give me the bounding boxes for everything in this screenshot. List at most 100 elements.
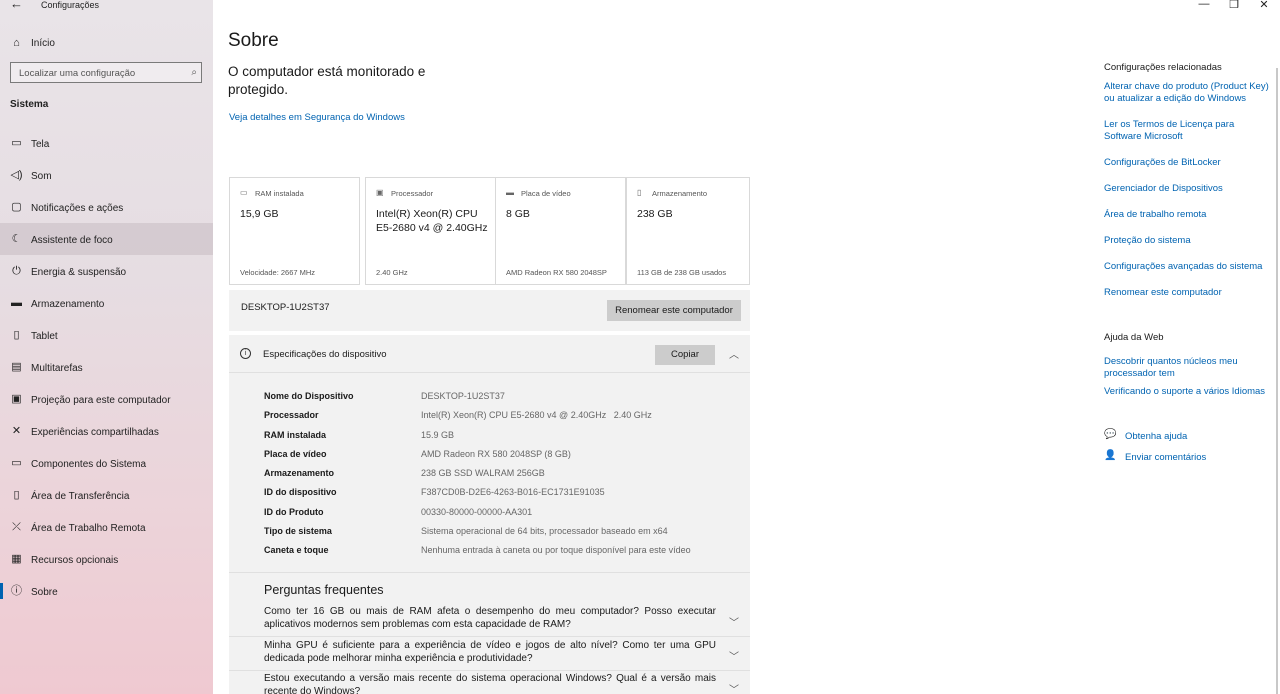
sidebar-item-label: Tablet: [31, 331, 58, 342]
active-indicator: [0, 583, 3, 599]
sidebar-item-label: Projeção para este computador: [31, 395, 171, 406]
sidebar-item-trabalho-remota[interactable]: ⤫ Área de Trabalho Remota: [0, 511, 213, 543]
tablet-icon: ▯: [13, 329, 20, 341]
sidebar-item-multitarefas[interactable]: ▤ Multitarefas: [0, 351, 213, 383]
back-arrow-icon[interactable]: ←: [10, 0, 23, 11]
card-subtext: 2.40 GHz: [376, 268, 408, 277]
sidebar-item-tela[interactable]: ▭ Tela: [0, 127, 213, 159]
sidebar-item-assistente-foco[interactable]: ☾ Assistente de foco: [0, 223, 213, 255]
restore-icon[interactable]: ❐: [1227, 0, 1241, 11]
faq-question: Como ter 16 GB ou mais de RAM afeta o de…: [264, 606, 716, 630]
faq-item[interactable]: Estou executando a versão mais recente d…: [229, 671, 750, 694]
related-link-license-terms[interactable]: Ler os Termos de Licença para Software M…: [1104, 119, 1274, 143]
spec-label: Armazenamento: [264, 468, 335, 479]
faq-question: Minha GPU é suficiente para a experiênci…: [264, 640, 716, 664]
search-icon[interactable]: ⌕: [191, 67, 197, 78]
faq-item[interactable]: Como ter 16 GB ou mais de RAM afeta o de…: [229, 604, 750, 637]
spec-row: Tipo de sistema Sistema operacional de 6…: [264, 524, 744, 543]
sidebar-item-label: Recursos opcionais: [31, 555, 119, 566]
rename-button[interactable]: Renomear este computador: [607, 300, 741, 321]
sidebar-item-recursos-opcionais[interactable]: ▦ Recursos opcionais: [0, 543, 213, 575]
spec-label: Tipo de sistema: [264, 526, 332, 537]
spec-rows: Nome do Dispositivo DESKTOP-1U2ST37 Proc…: [264, 389, 744, 563]
sidebar-item-label: Tela: [31, 139, 50, 150]
related-link-product-key[interactable]: Alterar chave do produto (Product Key) o…: [1104, 81, 1274, 105]
related-link-advanced-settings[interactable]: Configurações avançadas do sistema: [1104, 261, 1274, 273]
title-bar: ← Configurações: [0, 0, 213, 12]
features-icon: ▦: [11, 553, 22, 565]
faq-title: Perguntas frequentes: [264, 583, 384, 597]
related-link-remote-desktop[interactable]: Área de trabalho remota: [1104, 209, 1274, 221]
app-title: Configurações: [41, 0, 100, 10]
chevron-up-icon[interactable]: ︿: [729, 346, 739, 361]
sidebar-item-experiencias[interactable]: ✕ Experiências compartilhadas: [0, 415, 213, 447]
spec-value: DESKTOP-1U2ST37: [421, 391, 505, 401]
sidebar-item-area-transferencia[interactable]: ▯ Área de Transferência: [0, 479, 213, 511]
sidebar-item-label: Som: [31, 171, 52, 182]
feedback-link[interactable]: Enviar comentários: [1125, 452, 1206, 463]
security-details-link[interactable]: Veja detalhes em Segurança do Windows: [229, 112, 405, 123]
card-processor: ▣ Processador Intel(R) Xeon(R) CPU E5-26…: [365, 177, 496, 285]
chevron-down-icon[interactable]: ﹀: [729, 681, 739, 694]
card-title: RAM instalada: [255, 189, 304, 198]
faq-item[interactable]: Minha GPU é suficiente para a experiênci…: [229, 638, 750, 671]
sidebar-item-armazenamento[interactable]: ▬ Armazenamento: [0, 287, 213, 319]
copy-button[interactable]: Copiar: [655, 345, 715, 365]
sidebar-item-label: Componentes do Sistema: [31, 459, 147, 470]
related-link-rename-pc[interactable]: Renomear este computador: [1104, 287, 1274, 299]
specs-title: Especificações do dispositivo: [263, 349, 387, 360]
processor-icon: ▣: [376, 188, 384, 197]
spec-label: ID do dispositivo: [264, 487, 337, 498]
card-subtext: Velocidade: 2667 MHz: [240, 268, 316, 277]
spec-value: 238 GB SSD WALRAM 256GB: [421, 468, 545, 479]
device-name: DESKTOP-1U2ST37: [241, 302, 330, 313]
sidebar-item-componentes[interactable]: ▭ Componentes do Sistema: [0, 447, 213, 479]
gpu-icon: ▬: [506, 188, 514, 197]
help-link-cores[interactable]: Descobrir quantos núcleos meu processado…: [1104, 356, 1274, 380]
spec-row: Caneta e toque Nenhuma entrada à caneta …: [264, 543, 744, 562]
sidebar-item-label: Multitarefas: [31, 363, 83, 374]
clipboard-icon: ▯: [13, 489, 20, 501]
notification-icon: ▢: [11, 201, 22, 213]
search-input[interactable]: Localizar uma configuração ⌕: [10, 62, 202, 83]
spec-row: Armazenamento 238 GB SSD WALRAM 256GB: [264, 466, 744, 485]
sidebar-item-label: Área de Transferência: [31, 491, 130, 502]
chevron-down-icon[interactable]: ﹀: [729, 614, 739, 629]
projection-icon: ▣: [11, 393, 22, 405]
info-icon: ⓘ: [11, 585, 22, 597]
related-link-device-manager[interactable]: Gerenciador de Dispositivos: [1104, 183, 1274, 195]
sidebar-item-projecao[interactable]: ▣ Projeção para este computador: [0, 383, 213, 415]
sidebar: ← Configurações ⌂ Início Localizar uma c…: [0, 0, 213, 694]
spec-row: ID do dispositivo F387CD0B-D2E6-4263-B01…: [264, 485, 744, 504]
faq-question: Estou executando a versão mais recente d…: [264, 673, 716, 694]
sidebar-item-sobre[interactable]: ⓘ Sobre: [0, 575, 213, 607]
storage-icon: ▬: [11, 297, 22, 309]
scrollbar[interactable]: [1276, 68, 1278, 694]
card-title: Armazenamento: [652, 189, 708, 198]
chevron-down-icon[interactable]: ﹀: [729, 648, 739, 663]
moon-icon: ☾: [11, 233, 22, 245]
sidebar-item-energia[interactable]: ⏻ Energia & suspensão: [0, 255, 213, 287]
speaker-icon: ◁): [10, 169, 23, 181]
sidebar-item-label: Energia & suspensão: [31, 267, 127, 278]
minimize-icon[interactable]: —: [1197, 0, 1211, 10]
close-icon[interactable]: ✕: [1257, 0, 1271, 11]
related-link-system-protection[interactable]: Proteção do sistema: [1104, 235, 1274, 247]
multitask-icon: ▤: [11, 361, 22, 373]
device-name-panel: DESKTOP-1U2ST37 Renomear este computador: [229, 290, 750, 331]
spec-value: Sistema operacional de 64 bits, processa…: [421, 526, 668, 537]
sidebar-item-tablet[interactable]: ▯ Tablet: [0, 319, 213, 351]
page-title: Sobre: [228, 30, 279, 51]
related-link-bitlocker[interactable]: Configurações de BitLocker: [1104, 157, 1274, 169]
divider: [229, 572, 750, 573]
specs-header[interactable]: i Especificações do dispositivo Copiar ︿: [229, 335, 750, 373]
card-title: Placa de vídeo: [521, 189, 571, 198]
sidebar-item-label: Assistente de foco: [31, 235, 113, 246]
sidebar-item-notificacoes[interactable]: ▢ Notificações e ações: [0, 191, 213, 223]
sidebar-item-label: Armazenamento: [31, 299, 105, 310]
sidebar-item-som[interactable]: ◁) Som: [0, 159, 213, 191]
card-ram: ▭ RAM instalada 15,9 GB Velocidade: 2667…: [229, 177, 360, 285]
help-link-languages[interactable]: Verificando o suporte a vários Idiomas: [1104, 386, 1274, 398]
get-help-link[interactable]: Obtenha ajuda: [1125, 431, 1187, 442]
nav-home[interactable]: ⌂ Início: [0, 33, 213, 53]
